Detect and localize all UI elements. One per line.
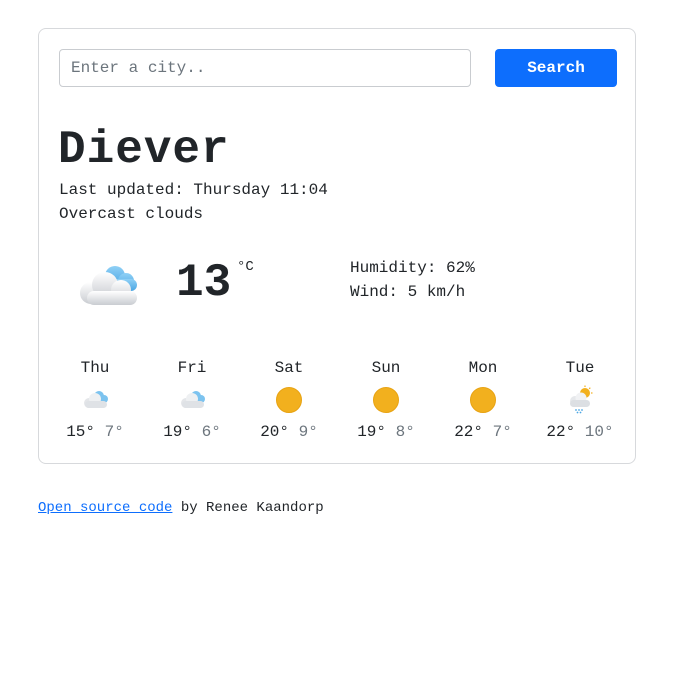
wind: Wind: 5 km/h bbox=[350, 283, 466, 301]
humidity: Humidity: 62% bbox=[350, 259, 475, 277]
forecast-day-name: Sun bbox=[371, 359, 401, 377]
weather-description: Overcast clouds bbox=[59, 205, 204, 223]
forecast-min: 10° bbox=[584, 423, 614, 441]
forecast-day: Mon 22° 7° bbox=[438, 357, 528, 447]
forecast-max: 20° bbox=[260, 423, 289, 441]
forecast-day-name: Fri bbox=[177, 359, 207, 377]
forecast-temps: 22° 7° bbox=[438, 421, 528, 443]
forecast-temps: 19° 6° bbox=[147, 421, 237, 443]
forecast-min: 7° bbox=[492, 423, 512, 441]
forecast-max: 15° bbox=[66, 423, 95, 441]
sun-icon bbox=[373, 387, 399, 413]
city-name: Diever bbox=[58, 124, 230, 176]
forecast-max: 22° bbox=[454, 423, 483, 441]
cloudy-icon bbox=[181, 391, 205, 408]
forecast-max: 19° bbox=[357, 423, 386, 441]
forecast-min: 9° bbox=[298, 423, 318, 441]
forecast-day-name: Sat bbox=[274, 359, 304, 377]
overcast-clouds-icon bbox=[80, 266, 137, 305]
forecast-temps: 15° 7° bbox=[50, 421, 140, 443]
forecast-max: 19° bbox=[163, 423, 192, 441]
forecast-day: Tue 22° 10° bbox=[535, 357, 625, 447]
forecast-day-name: Mon bbox=[468, 359, 498, 377]
current-temperature: 13 bbox=[176, 257, 232, 309]
forecast-min: 6° bbox=[201, 423, 221, 441]
footer-credit: by Renee Kaandorp bbox=[172, 500, 324, 516]
forecast-day: Sun 19° 8° bbox=[341, 357, 431, 447]
forecast-temps: 20° 9° bbox=[244, 421, 334, 443]
weather-card: Search Diever Last updated: Thursday 11:… bbox=[38, 28, 636, 464]
cloudy-icon bbox=[84, 391, 108, 408]
city-search-input[interactable] bbox=[59, 49, 471, 87]
forecast: Thu 15° 7° Fri 19° 6° Sat 20° 9° Sun 19°… bbox=[39, 357, 637, 447]
forecast-temps: 22° 10° bbox=[535, 421, 625, 443]
search-button[interactable]: Search bbox=[495, 49, 617, 87]
forecast-max: 22° bbox=[546, 423, 576, 441]
temperature-unit: °C bbox=[237, 259, 254, 275]
forecast-temps: 19° 8° bbox=[341, 421, 431, 443]
last-updated: Last updated: Thursday 11:04 bbox=[59, 181, 328, 199]
forecast-day-name: Tue bbox=[565, 359, 595, 377]
forecast-day: Sat 20° 9° bbox=[244, 357, 334, 447]
forecast-min: 7° bbox=[104, 423, 124, 441]
forecast-min: 8° bbox=[395, 423, 415, 441]
open-source-link[interactable]: Open source code bbox=[38, 500, 172, 516]
forecast-day: Fri 19° 6° bbox=[147, 357, 237, 447]
forecast-day-name: Thu bbox=[80, 359, 110, 377]
sun-icon bbox=[276, 387, 302, 413]
sun-rain-cloud-icon bbox=[570, 385, 593, 414]
footer: Open source code by Renee Kaandorp bbox=[38, 498, 324, 518]
forecast-day: Thu 15° 7° bbox=[50, 357, 140, 447]
sun-icon bbox=[470, 387, 496, 413]
